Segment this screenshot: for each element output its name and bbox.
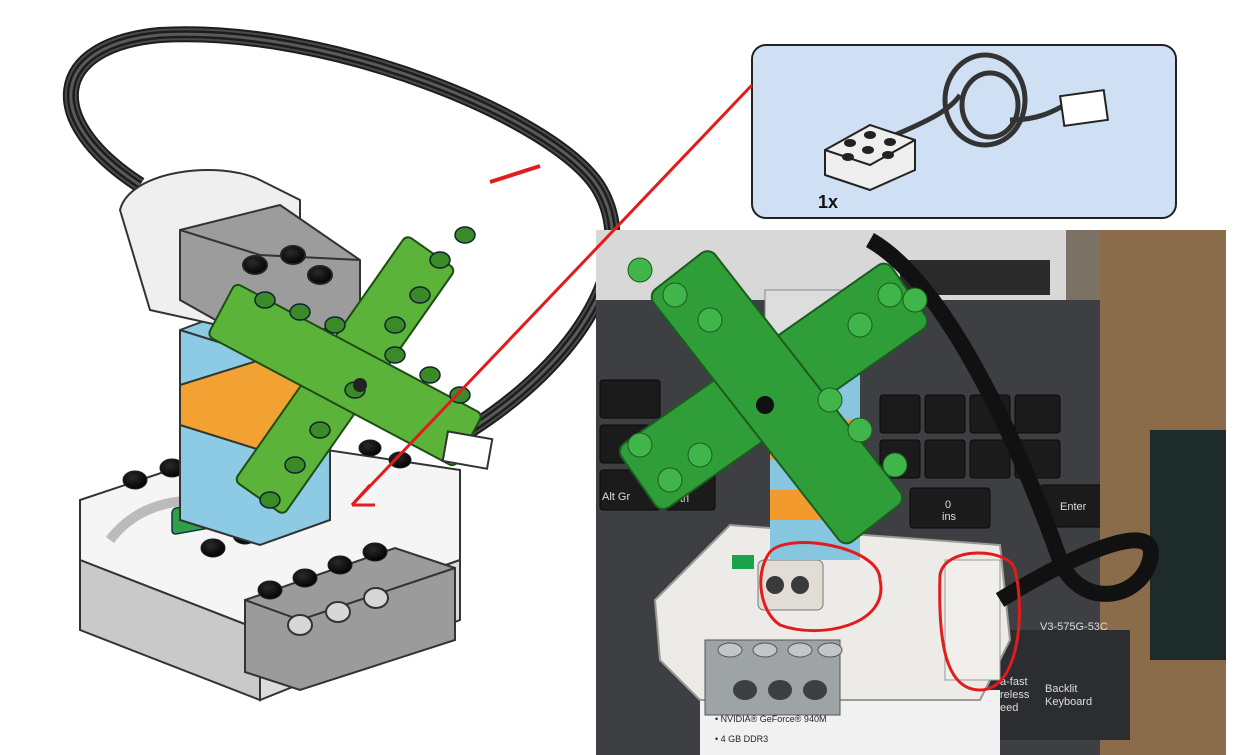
quantity-label: 1x: [818, 192, 838, 212]
inset-connector: [1058, 88, 1110, 128]
lego-motor-assembly-illustration: 1x Alt Gr Ctrl ins 0 E: [62, 26, 1226, 755]
cable-plug: [441, 430, 494, 470]
photo: Alt Gr Ctrl ins 0 Enter a-fast reless ee…: [596, 230, 1226, 755]
sticker-text-2: reless: [1000, 689, 1030, 701]
key-ins-label: ins: [942, 511, 957, 523]
instruction-diagram: [62, 26, 621, 702]
key-enter-label: Enter: [1060, 501, 1087, 513]
key-altgr-label: Alt Gr: [602, 491, 630, 503]
parts-inset: 1x: [751, 44, 1177, 219]
sticker-text-3: eed: [1000, 702, 1018, 714]
sticker-text-5: Keyboard: [1045, 696, 1092, 708]
sticker-text-4: Backlit: [1045, 683, 1077, 695]
key-zero-label: 0: [945, 499, 951, 511]
model-text: V3-575G-53C: [1040, 621, 1108, 633]
spec-line-2: • 4 GB DDR3: [715, 734, 768, 744]
